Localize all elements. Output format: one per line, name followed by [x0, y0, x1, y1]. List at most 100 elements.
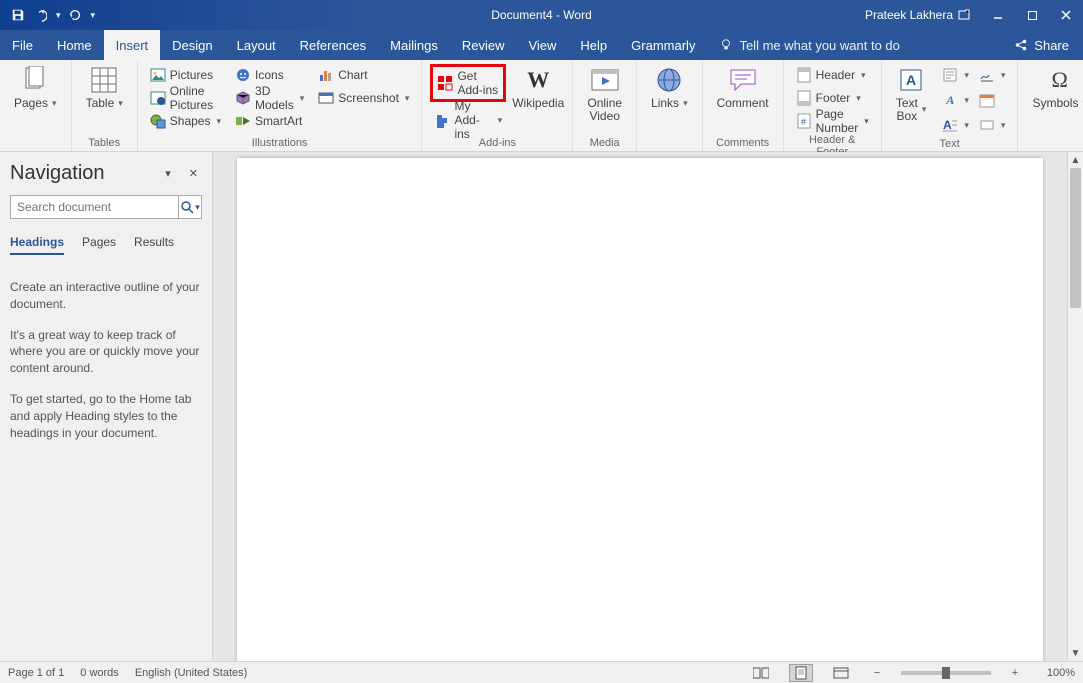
screenshot-button[interactable]: Screenshot▾ — [314, 87, 413, 109]
icons-button[interactable]: Icons — [231, 64, 288, 86]
tab-insert[interactable]: Insert — [104, 30, 161, 60]
online-video-button[interactable]: Online Video — [581, 64, 628, 125]
zoom-level[interactable]: 100% — [1039, 667, 1075, 679]
chevron-down-icon: ▾ — [216, 116, 221, 127]
object-button[interactable]: ▾ — [975, 114, 1010, 136]
tab-file[interactable]: File — [0, 30, 45, 60]
scroll-up-button[interactable]: ▲ — [1068, 152, 1083, 168]
wikipedia-button[interactable]: W Wikipedia — [512, 64, 564, 112]
zoom-in-button[interactable]: + — [1007, 667, 1023, 679]
user-name[interactable]: Prateek Lakhera — [865, 8, 953, 22]
search-button[interactable]: ▾ — [178, 196, 201, 218]
zoom-slider-thumb[interactable] — [942, 667, 950, 679]
smartart-button[interactable]: SmartArt — [231, 110, 306, 132]
link-icon — [655, 66, 683, 94]
tab-mailings[interactable]: Mailings — [378, 30, 450, 60]
quick-parts-button[interactable]: ▾ — [938, 64, 973, 86]
window-controls — [947, 0, 1083, 30]
status-page[interactable]: Page 1 of 1 — [8, 667, 64, 679]
screenshot-icon — [318, 90, 334, 106]
search-input[interactable] — [11, 200, 178, 214]
header-button[interactable]: Header▾ — [792, 64, 870, 86]
vertical-scrollbar[interactable]: ▲ ▼ — [1067, 152, 1083, 661]
drop-cap-button[interactable]: A▾ — [938, 114, 973, 136]
redo-icon[interactable] — [67, 7, 83, 23]
minimize-button[interactable] — [981, 0, 1015, 30]
chart-button[interactable]: Chart — [314, 64, 371, 86]
wikipedia-label: Wikipedia — [512, 97, 564, 110]
tab-references[interactable]: References — [288, 30, 378, 60]
undo-dropdown-icon[interactable]: ▾ — [56, 10, 61, 21]
zoom-slider[interactable] — [901, 671, 991, 675]
tab-grammarly[interactable]: Grammarly — [619, 30, 707, 60]
group-links: Links▾ — [637, 60, 703, 151]
nav-tab-headings[interactable]: Headings — [10, 235, 64, 255]
navigation-title: Navigation — [10, 162, 105, 185]
status-words[interactable]: 0 words — [80, 667, 119, 679]
tab-design[interactable]: Design — [160, 30, 224, 60]
icons-icon — [235, 67, 251, 83]
group-comments: Comment Comments — [703, 60, 784, 151]
footer-button[interactable]: Footer▾ — [792, 87, 865, 109]
chart-label: Chart — [338, 68, 367, 82]
nav-tab-pages[interactable]: Pages — [82, 235, 116, 255]
cube-icon — [235, 90, 251, 106]
group-text: A Text Box▾ ▾ ▾ A▾ A▾ ▾ Text — [882, 60, 1019, 151]
ribbon-display-options-button[interactable] — [947, 0, 981, 30]
document-area[interactable] — [213, 152, 1067, 661]
tab-home[interactable]: Home — [45, 30, 104, 60]
print-layout-button[interactable] — [789, 664, 813, 682]
online-pictures-button[interactable]: Online Pictures — [146, 87, 225, 109]
get-addins-label: Get Add-ins — [457, 69, 499, 97]
symbols-button[interactable]: Ω Symbols▾ — [1026, 64, 1083, 112]
read-mode-button[interactable] — [749, 664, 773, 682]
page-number-button[interactable]: # Page Number▾ — [792, 110, 873, 132]
header-label: Header — [816, 68, 855, 82]
date-time-button[interactable] — [975, 89, 999, 111]
wordart-button[interactable]: A▾ — [938, 89, 973, 111]
save-icon[interactable] — [10, 7, 26, 23]
scroll-thumb[interactable] — [1070, 168, 1081, 308]
get-addins-button[interactable]: Get Add-ins — [430, 64, 506, 102]
nav-para-3: To get started, go to the Home tab and a… — [10, 391, 202, 441]
status-language[interactable]: English (United States) — [135, 667, 248, 679]
comment-button[interactable]: Comment — [711, 64, 775, 112]
close-button[interactable] — [1049, 0, 1083, 30]
table-button[interactable]: Table▾ — [80, 64, 129, 112]
nav-tab-results[interactable]: Results — [134, 235, 174, 255]
my-addins-button[interactable]: My Add-ins ▾ — [430, 109, 506, 131]
svg-text:A: A — [906, 72, 916, 88]
zoom-out-button[interactable]: − — [869, 667, 885, 679]
navigation-search[interactable]: ▾ — [10, 195, 202, 219]
video-icon — [591, 66, 619, 94]
close-navigation-button[interactable]: ✕ — [185, 165, 202, 182]
scroll-down-button[interactable]: ▼ — [1068, 645, 1083, 661]
maximize-button[interactable] — [1015, 0, 1049, 30]
ribbon-tabs: File Home Insert Design Layout Reference… — [0, 30, 1083, 60]
text-box-button[interactable]: A Text Box▾ — [890, 64, 933, 125]
share-button[interactable]: Share — [1000, 30, 1083, 60]
chevron-down-icon: ▾ — [683, 99, 688, 109]
chart-icon — [318, 67, 334, 83]
nav-para-2: It's a great way to keep track of where … — [10, 327, 202, 377]
tab-view[interactable]: View — [516, 30, 568, 60]
tab-help[interactable]: Help — [568, 30, 619, 60]
share-label: Share — [1034, 38, 1069, 53]
shapes-button[interactable]: Shapes▾ — [146, 110, 225, 132]
navigation-menu-button[interactable]: ▾ — [161, 165, 175, 182]
qat-customize-icon[interactable]: ▾ — [91, 10, 96, 21]
tab-layout[interactable]: Layout — [225, 30, 288, 60]
signature-icon — [979, 67, 995, 83]
quick-access-toolbar: ▾ ▾ — [0, 7, 95, 23]
undo-icon[interactable] — [32, 7, 48, 23]
tab-review[interactable]: Review — [450, 30, 517, 60]
links-button[interactable]: Links▾ — [645, 64, 694, 112]
scroll-track[interactable] — [1068, 168, 1083, 645]
document-page[interactable] — [237, 158, 1043, 661]
pictures-button[interactable]: Pictures — [146, 64, 217, 86]
3d-models-button[interactable]: 3D Models ▾ — [231, 87, 308, 109]
signature-line-button[interactable]: ▾ — [975, 64, 1010, 86]
tell-me-search[interactable]: Tell me what you want to do — [707, 30, 911, 60]
web-layout-button[interactable] — [829, 664, 853, 682]
pages-button[interactable]: Pages▾ — [8, 64, 63, 112]
